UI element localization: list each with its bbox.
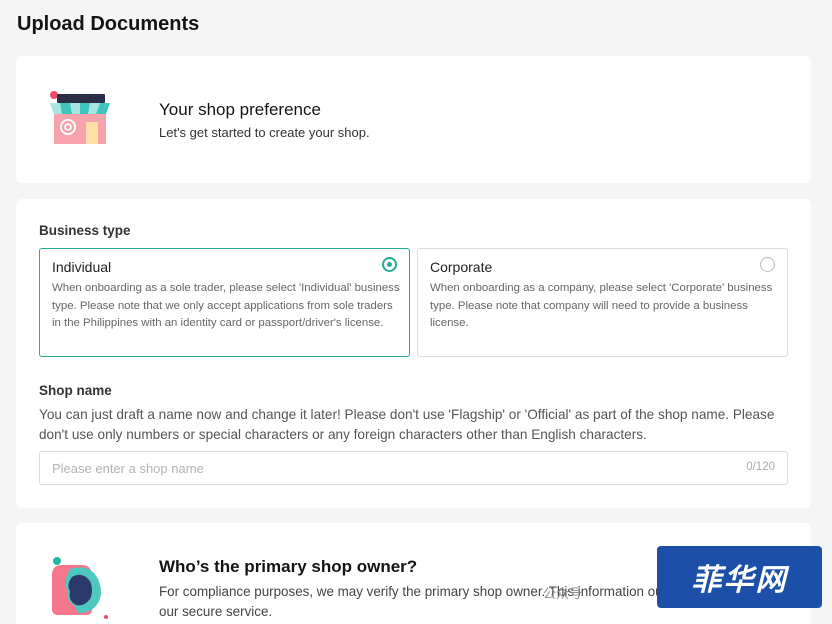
watermark-logo: 菲华网 [657,546,822,608]
business-type-label: Business type [39,223,131,238]
shop-preference-title: Your shop preference [159,100,321,119]
primary-owner-subtitle: For compliance purposes, we may verify t… [159,584,706,619]
business-type-corporate-option[interactable]: Corporate When onboarding as a company, … [417,248,788,357]
shop-name-hint: You can just draft a name now and change… [39,407,775,442]
shop-preference-card: Your shop preference Let's get started t… [16,56,811,183]
shop-name-input[interactable] [40,452,720,484]
business-type-individual-option[interactable]: Individual When onboarding as a sole tra… [39,248,410,357]
option-description: When onboarding as a company, please sel… [430,282,773,330]
watermark-text: 公众号 [543,586,583,601]
shop-name-label: Shop name [39,383,112,398]
shop-preference-subtitle: Let's get started to create your shop. [159,125,370,140]
primary-owner-title: Who’s the primary shop owner? [159,557,418,576]
shop-name-field: 0/120 [39,451,788,485]
radio-individual[interactable] [382,257,397,272]
page-title: Upload Documents [17,13,200,35]
radio-corporate[interactable] [760,257,775,272]
option-title: Corporate [430,259,493,275]
person-profile-icon [52,557,108,619]
shop-storefront-icon [50,91,110,144]
character-counter: 0/120 [746,461,775,473]
option-title: Individual [52,259,112,275]
option-description: When onboarding as a sole trader, please… [52,282,400,330]
business-details-card: Business type Individual When onboarding… [16,199,811,508]
